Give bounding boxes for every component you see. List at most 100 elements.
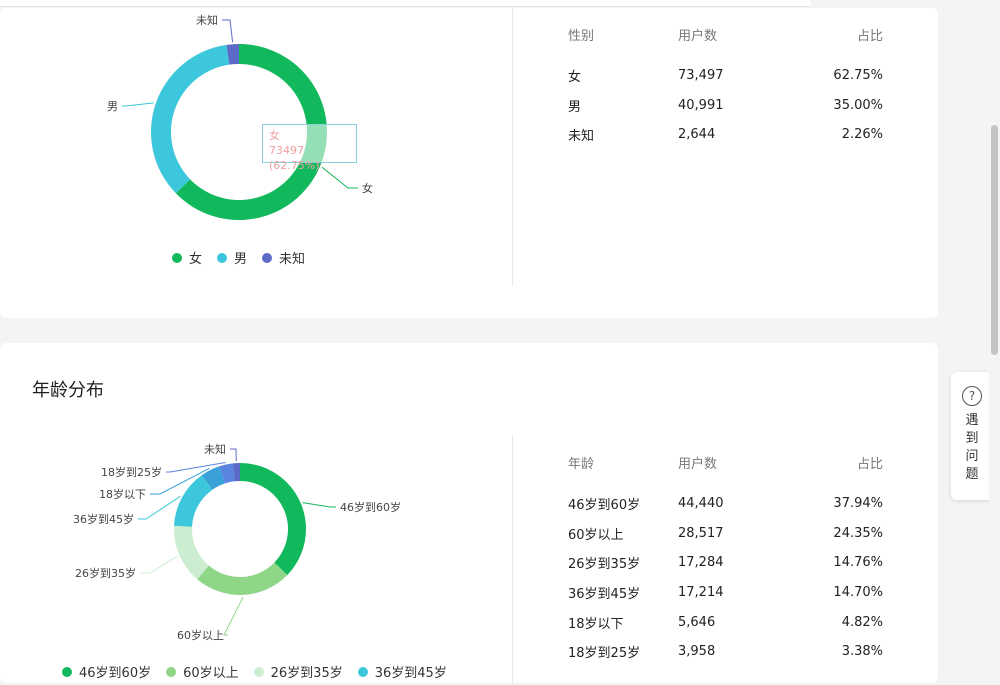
donut-slice[interactable]	[197, 562, 288, 595]
legend-dot	[62, 666, 72, 677]
header-users: 用户数	[678, 456, 718, 472]
cell-ratio: 35.00%	[833, 97, 883, 113]
age-distribution-card: 年龄分布 46岁到60岁 60岁以上 26岁到35岁 36岁到45岁 18岁以下 18岁到…	[0, 343, 938, 685]
table-header-row: 性别 用户数 占比	[568, 19, 883, 49]
donut-slice[interactable]	[174, 525, 209, 580]
cell-users: 44,440	[678, 496, 724, 512]
slice-label: 60岁以上	[177, 628, 224, 642]
table-row: 18岁到25岁 3,958 3.38%	[568, 637, 883, 667]
legend-dot	[217, 252, 228, 263]
cell-ratio: 37.94%	[833, 496, 883, 512]
legend-label: 男	[234, 252, 248, 267]
cell-age: 26岁到35岁	[568, 557, 641, 573]
label-leader-line	[140, 555, 178, 574]
donut-slice[interactable]	[174, 475, 213, 527]
legend-label: 未知	[279, 252, 306, 267]
cell-age: 18岁以下	[568, 616, 624, 632]
legend-item-36-45[interactable]: 36岁到45岁	[357, 662, 447, 681]
slice-label: 女	[362, 181, 373, 195]
donut-slice[interactable]	[240, 463, 306, 576]
table-row: 未知 2,644 2.26%	[568, 120, 883, 150]
gender-distribution-card: 女男未知 女 73497 (62.75%) 女 男 未知 性别 用户数 占比 女…	[0, 8, 938, 318]
cell-users: 40,991	[678, 97, 724, 113]
legend-item-male[interactable]: 男	[217, 248, 247, 267]
label-leader-line	[223, 596, 244, 636]
cell-ratio: 24.35%	[833, 525, 883, 541]
label-leader-line	[302, 502, 336, 508]
legend-dot	[253, 666, 264, 677]
gender-donut-chart: 女 男 未知	[107, 13, 373, 220]
cell-age: 36岁到45岁	[568, 587, 641, 603]
divider	[512, 8, 513, 286]
tooltip-name: 女	[269, 129, 280, 142]
top-bar	[0, 0, 1000, 8]
table-row: 男 40,991 35.00%	[568, 91, 883, 121]
gender-legend: 女 男 未知	[172, 248, 320, 267]
cell-users: 5,646	[678, 614, 716, 630]
cell-gender: 男	[568, 99, 582, 115]
cell-age: 46岁到60岁	[568, 498, 641, 514]
legend-label: 46岁到60岁	[79, 666, 152, 681]
legend-item-female[interactable]: 女	[172, 248, 202, 267]
legend-dot	[172, 252, 182, 263]
table-row: 46岁到60岁 44,440 37.94%	[568, 489, 883, 519]
legend-item-46-60[interactable]: 46岁到60岁	[62, 662, 151, 681]
cell-ratio: 14.76%	[833, 555, 883, 571]
question-circle-icon: ?	[962, 386, 982, 406]
table-row: 18岁以下 5,646 4.82%	[568, 607, 883, 637]
age-table: 年龄 用户数 占比 46岁到60岁 44,440 37.94% 60岁以上 28…	[568, 447, 883, 667]
scrollbar[interactable]	[989, 0, 1000, 675]
cell-ratio: 4.82%	[841, 614, 883, 630]
table-row: 26岁到35岁 17,284 14.76%	[568, 548, 883, 578]
cell-gender: 未知	[568, 129, 595, 145]
cell-users: 17,284	[678, 555, 724, 571]
slice-label: 男	[107, 100, 118, 113]
label-leader-line	[122, 102, 154, 107]
slice-label: 未知	[196, 13, 218, 27]
legend-item-60plus[interactable]: 60岁以上	[166, 662, 239, 681]
age-legend: 46岁到60岁 60岁以上 26岁到35岁 36岁到45岁	[62, 662, 462, 681]
legend-dot	[166, 666, 177, 677]
header-ratio: 占比	[856, 456, 883, 472]
cell-ratio: 62.75%	[833, 68, 883, 84]
donut-slice[interactable]	[151, 44, 230, 194]
divider	[512, 435, 513, 685]
legend-label: 60岁以上	[183, 666, 239, 681]
legend-dot	[357, 666, 368, 677]
chart-tooltip: 女 73497 (62.75%)	[262, 124, 357, 172]
tooltip-value: 73497 (62.75%)	[269, 144, 320, 172]
cell-ratio: 2.26%	[841, 127, 883, 143]
scrollbar-thumb[interactable]	[991, 125, 998, 355]
label-leader-line	[230, 448, 237, 462]
slice-label: 46岁到60岁	[340, 500, 401, 514]
header-gender: 性别	[568, 28, 595, 44]
cell-users: 28,517	[678, 525, 724, 541]
cell-users: 2,644	[678, 127, 716, 143]
cell-users: 73,497	[678, 68, 724, 84]
legend-label: 36岁到45岁	[374, 666, 447, 681]
help-label: 遇到问题	[965, 413, 979, 482]
cell-ratio: 3.38%	[841, 644, 883, 660]
header-ratio: 占比	[856, 28, 883, 44]
slice-label: 未知	[204, 442, 226, 456]
slice-label: 18岁到25岁	[101, 465, 162, 479]
table-row: 女 73,497 62.75%	[568, 61, 883, 91]
header-age: 年龄	[568, 456, 595, 472]
cell-users: 17,214	[678, 585, 724, 601]
slice-label: 36岁到45岁	[73, 512, 134, 526]
table-row: 60岁以上 28,517 24.35%	[568, 519, 883, 549]
table-row: 36岁到45岁 17,214 14.70%	[568, 578, 883, 608]
legend-dot	[262, 252, 273, 263]
help-float-button[interactable]: ? 遇到问题	[951, 372, 993, 500]
age-donut-chart: 46岁到60岁 60岁以上 26岁到35岁 36岁到45岁 18岁以下 18岁到25岁 未知	[73, 442, 401, 642]
slice-label: 26岁到35岁	[75, 566, 136, 580]
gender-table: 性别 用户数 占比 女 73,497 62.75% 男 40,991 35.00…	[568, 19, 883, 150]
cell-ratio: 14.70%	[833, 585, 883, 601]
table-header-row: 年龄 用户数 占比	[568, 447, 883, 477]
legend-item-unknown[interactable]: 未知	[262, 248, 305, 267]
label-leader-line	[222, 19, 234, 43]
header-users: 用户数	[678, 28, 718, 44]
cell-age: 60岁以上	[568, 527, 624, 543]
legend-label: 26岁到35岁	[270, 666, 343, 681]
legend-item-26-35[interactable]: 26岁到35岁	[253, 662, 343, 681]
